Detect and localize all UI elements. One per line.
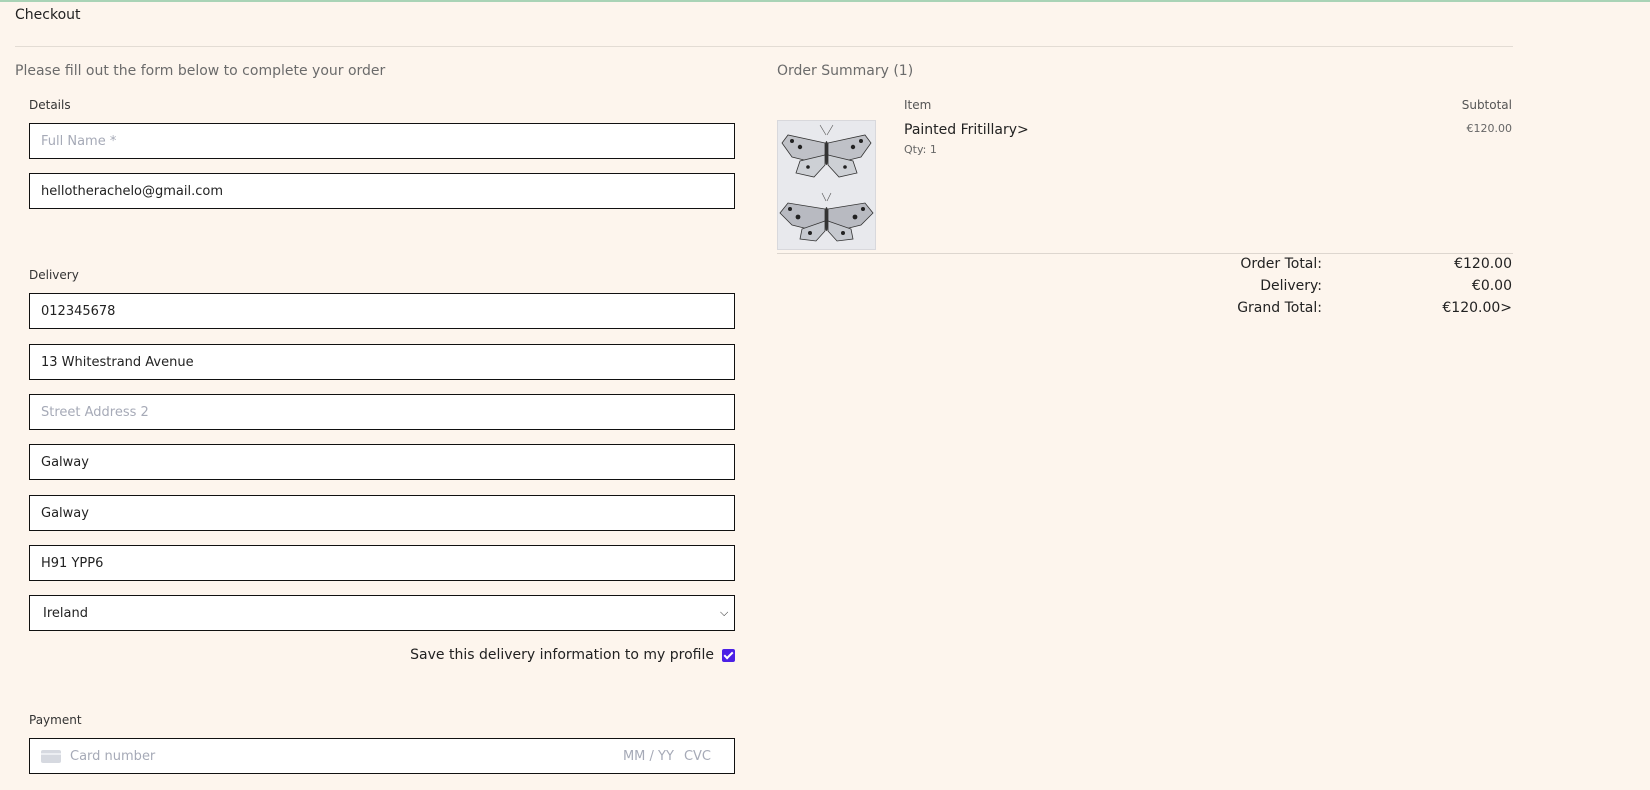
county-input[interactable] — [29, 495, 735, 531]
subtotal-column-header: Subtotal — [1461, 98, 1512, 112]
save-info-checkbox[interactable] — [722, 648, 735, 662]
order-summary-title: Order Summary (1) — [777, 63, 914, 79]
street-address-2-input[interactable] — [29, 394, 735, 430]
town-input[interactable] — [29, 444, 735, 480]
details-label: Details — [29, 98, 71, 112]
product-image — [777, 120, 876, 250]
card-number-placeholder: Card number — [70, 748, 156, 764]
form-intro: Please fill out the form below to comple… — [15, 63, 386, 79]
delivery-cost-value: €0.00 — [1471, 278, 1512, 294]
grand-total-value: €120.00> — [1442, 300, 1512, 316]
save-info-row: Save this delivery information to my pro… — [410, 647, 735, 663]
card-element[interactable]: Card number MM / YY CVC — [29, 738, 735, 774]
card-cvc-placeholder: CVC — [683, 748, 711, 764]
full-name-input[interactable] — [29, 123, 735, 159]
payment-label: Payment — [29, 713, 82, 727]
order-total-value: €120.00 — [1454, 256, 1512, 272]
save-info-label: Save this delivery information to my pro… — [410, 647, 714, 663]
postcode-input[interactable] — [29, 545, 735, 581]
grand-total-label: Grand Total: — [1237, 300, 1322, 316]
item-column-header: Item — [904, 98, 932, 112]
delivery-cost-label: Delivery: — [1260, 278, 1322, 294]
product-subtotal: €120.00 — [1466, 122, 1513, 135]
email-input[interactable] — [29, 173, 735, 209]
order-total-label: Order Total: — [1240, 256, 1322, 272]
product-name[interactable]: Painted Fritillary> — [904, 122, 1029, 138]
credit-card-icon — [41, 749, 61, 763]
card-expiry-placeholder: MM / YY — [622, 748, 674, 764]
delivery-label: Delivery — [29, 268, 79, 282]
top-accent-line — [0, 0, 1650, 2]
butterfly-illustration — [778, 121, 875, 249]
phone-input[interactable] — [29, 293, 735, 329]
street-address-1-input[interactable] — [29, 344, 735, 380]
header-divider — [15, 46, 1513, 47]
page-title: Checkout — [15, 7, 81, 23]
summary-divider — [777, 253, 1513, 254]
country-select[interactable]: Ireland — [29, 595, 735, 631]
product-quantity: Qty: 1 — [904, 143, 937, 156]
